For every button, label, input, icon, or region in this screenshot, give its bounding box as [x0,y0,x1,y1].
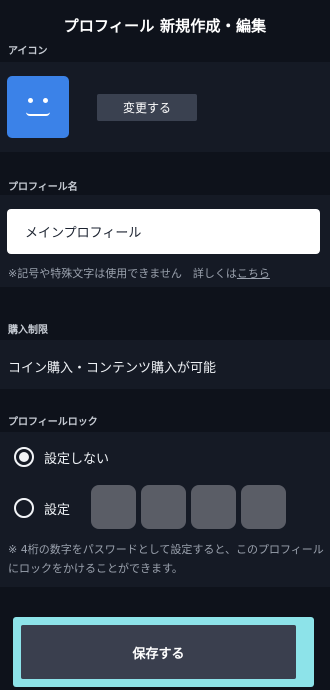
profile-name-note-text: ※記号や特殊文字は使用できません 詳しくは [8,267,237,280]
pin-digit-4[interactable] [241,485,286,529]
radio-selected-icon [14,447,34,467]
pin-digit-2[interactable] [141,485,186,529]
lock-option-none[interactable]: 設定しない [14,447,109,467]
purchase-limit-panel[interactable]: コイン購入・コンテンツ購入が可能 [0,340,330,389]
profile-lock-note: ※ 4桁の数字をパスワードとして設定すると、このプロフィールにロックをかけること… [8,543,324,575]
change-icon-button[interactable]: 変更する [97,94,197,121]
avatar-right-eye [43,98,48,103]
lock-option-none-label: 設定しない [44,451,110,467]
profile-lock-label: プロフィールロック [8,417,98,428]
smiley-face-icon[interactable] [7,76,69,138]
avatar-left-eye [28,98,33,103]
save-button[interactable]: 保存する [21,625,296,679]
profile-name-panel: ※記号や特殊文字は使用できません 詳しくはこちら [0,195,330,287]
lock-option-set-label: 設定 [44,502,71,518]
radio-unselected-icon [14,498,34,518]
save-focus-ring: 保存する [13,617,314,687]
purchase-limit-value: コイン購入・コンテンツ購入が可能 [8,361,217,376]
purchase-limit-label: 購入制限 [8,325,48,336]
details-link[interactable]: こちら [237,267,270,280]
page-title: プロフィール 新規作成・編集 [63,17,267,35]
lock-option-set[interactable]: 設定 [14,498,70,518]
icon-section-label: アイコン [8,46,48,57]
avatar-mouth [26,112,50,116]
profile-name-input[interactable] [7,209,320,254]
profile-name-note: ※記号や特殊文字は使用できません 詳しくはこちら [8,265,270,281]
icon-panel: 変更する [0,62,330,152]
profile-name-label: プロフィール名 [8,182,78,193]
pin-digit-1[interactable] [91,485,136,529]
profile-lock-panel: 設定しない 設定 ※ 4桁の数字をパスワードとして設定すると、このプロフィールに… [0,432,330,587]
header-bar: プロフィール 新規作成・編集 [0,0,330,50]
pin-digit-3[interactable] [191,485,236,529]
